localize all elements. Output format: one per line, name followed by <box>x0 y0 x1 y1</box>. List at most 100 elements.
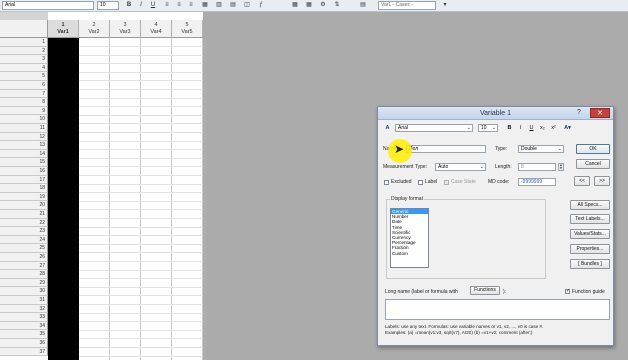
row-header[interactable]: 9 <box>0 106 48 116</box>
merge-icon[interactable]: ▦ <box>200 1 210 10</box>
row-header[interactable]: 30 <box>0 287 48 296</box>
row-header[interactable]: 2 <box>0 46 48 56</box>
row-header[interactable]: 27 <box>0 261 48 271</box>
dialog-underline-button[interactable]: U <box>526 124 537 132</box>
row-header[interactable]: 19 <box>0 192 48 202</box>
align-right-icon[interactable]: ≡ <box>186 1 196 10</box>
row-header[interactable]: 31 <box>0 296 48 305</box>
previous-variable-button[interactable]: << <box>574 176 590 186</box>
row-header[interactable]: 18 <box>0 184 48 193</box>
measurement-type-dropdown[interactable]: Auto ⌄ <box>435 163 486 171</box>
font-size-dropdown[interactable]: 10 <box>97 1 119 10</box>
column-number: 2 <box>92 22 96 28</box>
underline-button[interactable]: U <box>148 1 158 10</box>
help-button[interactable]: ? <box>577 109 581 116</box>
excluded-checkbox[interactable] <box>384 180 389 185</box>
row-header[interactable]: 4 <box>0 63 48 73</box>
bold-button[interactable]: B <box>124 1 134 10</box>
row-header[interactable]: 26 <box>0 253 48 262</box>
row-header[interactable]: 29 <box>0 278 48 288</box>
next-variable-button[interactable]: >> <box>594 176 610 186</box>
align-center-icon[interactable]: ≡ <box>174 1 184 10</box>
ok-button[interactable]: OK <box>576 144 610 154</box>
display-format-list[interactable]: General Number Date Time Scientific Currency P… <box>390 208 429 268</box>
column-header-5[interactable]: 5 Var5 <box>172 20 203 38</box>
row-header[interactable]: 6 <box>0 81 48 90</box>
row-header[interactable]: 17 <box>0 175 48 185</box>
row-header[interactable]: 5 <box>0 72 48 81</box>
sheet-corner[interactable] <box>0 20 48 38</box>
superscript-icon[interactable]: x² <box>548 124 559 132</box>
length-spinner[interactable]: ▲ ▼ <box>558 163 564 171</box>
row-header[interactable]: 24 <box>0 235 48 245</box>
row-header[interactable]: 20 <box>0 201 48 210</box>
sort-icon[interactable]: ⇅ <box>332 1 342 10</box>
cancel-button[interactable]: Cancel <box>576 159 610 169</box>
row-header[interactable]: 32 <box>0 304 48 314</box>
row-header[interactable]: 35 <box>0 330 48 339</box>
table-icon[interactable]: ▦ <box>290 1 300 10</box>
variables-icon[interactable]: ▤ <box>358 1 368 10</box>
align-left-icon[interactable]: ≡ <box>162 1 172 10</box>
all-specs-button[interactable]: All Specs... <box>570 200 610 210</box>
row-header[interactable]: 11 <box>0 124 48 133</box>
row-header[interactable]: 3 <box>0 55 48 64</box>
column-header-1[interactable]: 1 Var1 <box>48 20 79 38</box>
dialog-font-size-dropdown[interactable]: 10 ⌄ <box>478 124 498 132</box>
text-labels-button[interactable]: Text Labels... <box>570 214 610 224</box>
close-button[interactable]: ✕ <box>590 108 610 118</box>
column-header-2[interactable]: 2 Var2 <box>79 20 110 38</box>
row-header[interactable]: 23 <box>0 227 48 236</box>
column-header-4[interactable]: 4 Var4 <box>141 20 172 38</box>
toolbar-extra-icon[interactable]: ▾ <box>440 1 450 10</box>
row-header[interactable]: 25 <box>0 244 48 253</box>
md-code-input[interactable]: -9999999 <box>518 178 556 186</box>
values-stats-button[interactable]: Values/Stats... <box>570 229 610 239</box>
row-header[interactable]: 7 <box>0 89 48 99</box>
font-name-dropdown[interactable]: Arial <box>2 1 94 10</box>
long-name-input[interactable] <box>385 299 610 320</box>
row-header[interactable]: 1 <box>0 38 48 47</box>
function-guide-checkbox[interactable] <box>565 288 570 294</box>
row-header[interactable]: 21 <box>0 210 48 219</box>
functions-button[interactable]: Functions <box>470 286 500 295</box>
function-icon[interactable]: ƒ <box>256 1 266 10</box>
dialog-bold-button[interactable]: B <box>504 124 515 132</box>
type-dropdown[interactable]: Double ⌄ <box>518 145 564 153</box>
row-header[interactable]: 37 <box>0 347 48 357</box>
subscript-icon[interactable]: x₂ <box>537 124 548 132</box>
chart-icon[interactable]: ▥ <box>214 1 224 10</box>
row-header[interactable]: 13 <box>0 141 48 150</box>
row-header[interactable]: 12 <box>0 132 48 142</box>
format-option[interactable]: Custom <box>391 251 428 256</box>
vars-cases-field[interactable]: Var1 - Cases - <box>378 1 436 10</box>
font-color-icon[interactable]: A <box>382 124 393 132</box>
column-header-3[interactable]: 3 Var3 <box>110 20 141 38</box>
properties-button[interactable]: Properties... <box>570 244 610 254</box>
row-header[interactable]: 8 <box>0 98 48 107</box>
bundles-button[interactable]: [ Bundles ] <box>570 259 610 269</box>
row-header[interactable]: 33 <box>0 313 48 322</box>
case-state-checkbox[interactable] <box>444 180 449 185</box>
row-header[interactable]: 15 <box>0 158 48 167</box>
grid-icon[interactable]: ▦ <box>304 1 314 10</box>
row-header[interactable]: 10 <box>0 115 48 124</box>
row-header[interactable]: 28 <box>0 270 48 279</box>
name-input[interactable]: Пол <box>406 145 486 153</box>
dialog-font-dropdown[interactable]: Arial ⌄ <box>395 124 473 132</box>
text-color-icon[interactable]: A▾ <box>562 124 573 132</box>
settings-icon[interactable]: ⚙ <box>318 1 328 10</box>
dialog-titlebar[interactable]: Variable 1 ? ✕ <box>378 107 613 120</box>
selected-column-var1[interactable] <box>48 38 79 360</box>
row-header[interactable]: 16 <box>0 167 48 176</box>
row-header[interactable]: 14 <box>0 149 48 159</box>
italic-button[interactable]: I <box>136 1 146 10</box>
length-input[interactable]: 8 <box>518 163 556 171</box>
row-header[interactable]: 22 <box>0 218 48 228</box>
label-checkbox[interactable] <box>418 180 423 185</box>
row-header[interactable]: 36 <box>0 339 48 348</box>
dialog-italic-button[interactable]: I <box>515 124 526 132</box>
graph-icon[interactable]: ▤ <box>228 1 238 10</box>
stats-icon[interactable]: ◫ <box>242 1 252 10</box>
row-header[interactable]: 34 <box>0 321 48 331</box>
